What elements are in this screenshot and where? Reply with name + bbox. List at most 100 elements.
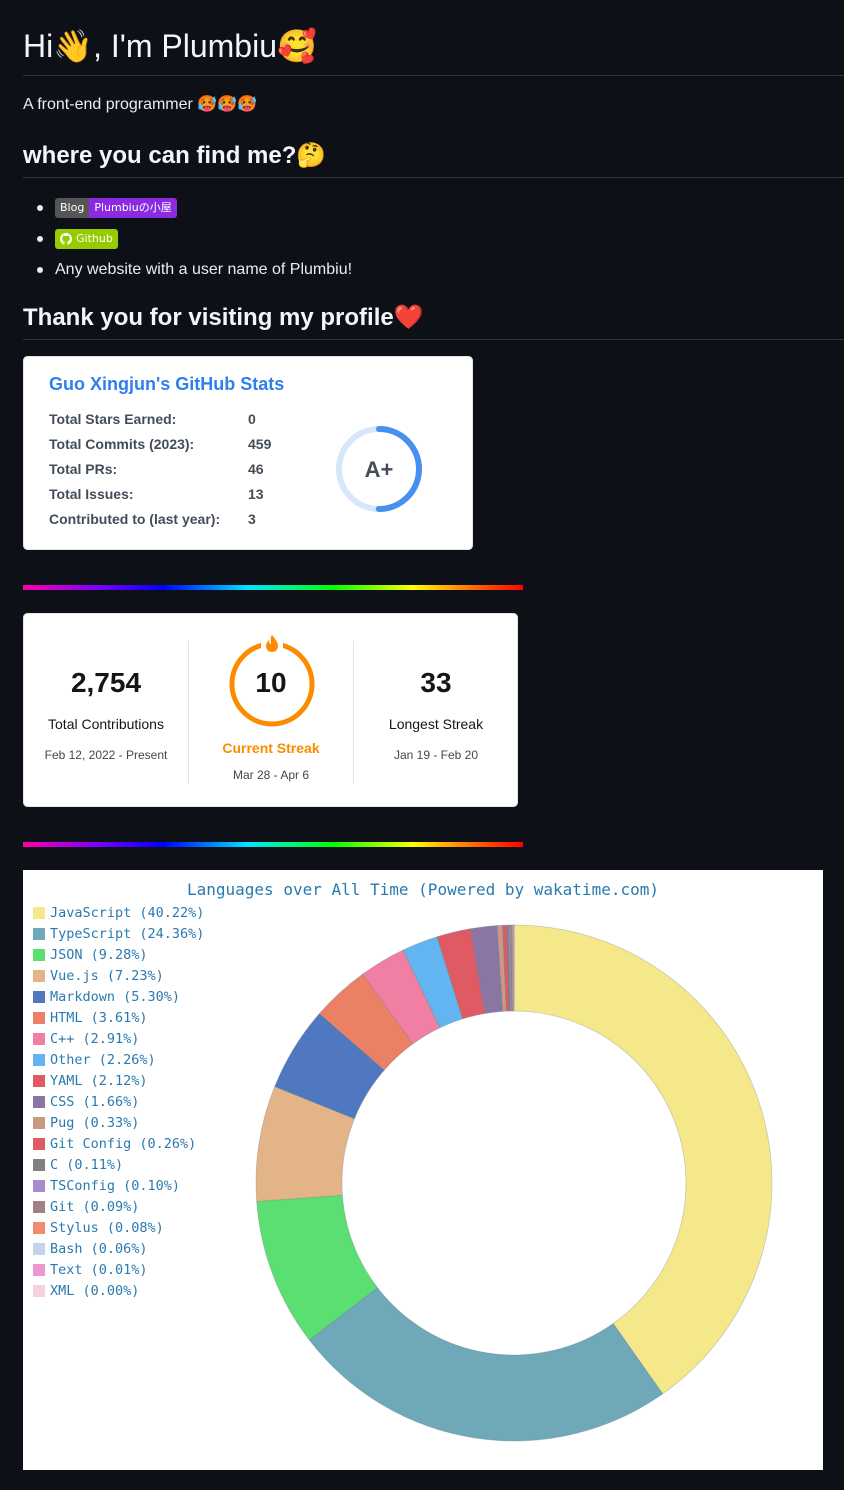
divider [23,339,844,340]
legend-item: Vue.js (7.23%) [33,965,204,986]
legend-swatch [33,948,45,961]
legend-swatch [33,1116,45,1129]
legend-label: Text (0.01%) [50,1261,148,1278]
longest-streak-range: Jan 19 - Feb 20 [393,748,479,762]
legend-item: CSS (1.66%) [33,1091,204,1112]
stat-label: Total Stars Earned: [49,411,177,427]
list-item: Github [23,223,352,254]
legend-swatch [33,1242,45,1255]
chart-title: Languages over All Time (Powered by waka… [186,880,659,899]
total-contributions: 2,754 [70,667,142,698]
donut-slice [513,924,773,1395]
legend-label: Bash (0.06%) [50,1240,148,1257]
github-badge[interactable]: Github [55,228,118,249]
page-title: Hi👋, I'm Plumbiu🥰 [23,28,317,64]
find-me-heading: where you can find me?🤔 [23,142,327,169]
legend-item: TSConfig (0.10%) [33,1175,204,1196]
github-badge-label: Github [76,232,113,245]
blog-badge[interactable]: Blog Plumbiuの小屋 [55,197,177,218]
divider [353,641,354,784]
legend-swatch [33,1095,45,1108]
blog-badge-value: Plumbiuの小屋 [89,197,177,218]
legend-item: XML (0.00%) [33,1280,204,1301]
legend-swatch [33,927,45,940]
legend-item: Git (0.09%) [33,1196,204,1217]
github-icon [60,232,72,245]
legend-label: Vue.js (7.23%) [50,967,164,984]
donut-chart [255,924,773,1442]
stat-value: 13 [248,486,264,502]
legend-label: Git (0.09%) [50,1198,140,1215]
intro-text: A front-end programmer 🥵🥵🥵 [23,96,258,113]
legend-label: Pug (0.33%) [50,1114,140,1131]
legend-item: Text (0.01%) [33,1259,204,1280]
stat-label: Total Issues: [49,486,134,502]
legend-label: Other (2.26%) [50,1051,156,1068]
legend-label: JavaScript (40.22%) [50,904,205,921]
legend-label: Stylus (0.08%) [50,1219,164,1236]
legend-item: JSON (9.28%) [33,944,204,965]
divider [23,177,844,178]
legend-swatch [33,969,45,982]
rank-text: A+ [365,457,394,482]
wakatime-languages-chart[interactable]: Languages over All Time (Powered by waka… [23,870,823,1470]
list-item: Blog Plumbiuの小屋 [23,192,352,223]
stat-label: Contributed to (last year): [49,511,221,527]
legend-item: Stylus (0.08%) [33,1217,204,1238]
legend-item: Bash (0.06%) [33,1238,204,1259]
legend-item: Git Config (0.26%) [33,1133,204,1154]
chart-legend: JavaScript (40.22%) TypeScript (24.36%) JS… [33,902,204,1301]
current-streak-label: Current Streak [222,740,320,756]
legend-item: Markdown (5.30%) [33,986,204,1007]
legend-label: YAML (2.12%) [50,1072,148,1089]
stat-value: 46 [248,461,264,477]
legend-label: HTML (3.61%) [50,1009,148,1026]
legend-swatch [33,1137,45,1150]
github-stats-card[interactable]: Guo Xingjun's GitHub Stats Total Stars E… [23,356,473,550]
legend-item: JavaScript (40.22%) [33,902,204,923]
current-streak: 10 [255,667,287,698]
donut-slice [308,1287,664,1442]
legend-swatch [33,1263,45,1276]
thanks-heading: Thank you for visiting my profile❤️ [23,304,424,331]
legend-label: TypeScript (24.36%) [50,925,205,942]
legend-label: JSON (9.28%) [50,946,148,963]
legend-label: CSS (1.66%) [50,1093,140,1110]
legend-swatch [33,1074,45,1087]
longest-streak-label: Longest Streak [388,716,484,732]
rank-circle: A+ [336,426,422,512]
legend-item: C (0.11%) [33,1154,204,1175]
legend-label: Markdown (5.30%) [50,988,181,1005]
rainbow-divider [23,842,523,847]
legend-swatch [33,1032,45,1045]
streak-stats-card[interactable]: 2,754 Total Contributions Feb 12, 2022 -… [23,613,518,807]
legend-label: TSConfig (0.10%) [50,1177,181,1194]
legend-swatch [33,990,45,1003]
total-contributions-label: Total Contributions [48,716,164,732]
legend-swatch [33,1011,45,1024]
legend-swatch [33,1200,45,1213]
stat-value: 3 [248,511,256,527]
legend-label: Git Config (0.26%) [50,1135,197,1152]
current-streak-range: Mar 28 - Apr 6 [232,768,310,782]
blog-badge-label: Blog [55,197,90,218]
stat-value: 459 [248,436,272,452]
legend-swatch [33,1053,45,1066]
divider [23,75,844,76]
legend-label: C (0.11%) [50,1156,124,1173]
rainbow-divider [23,585,523,590]
any-website-text: Any website with a user name of Plumbiu! [55,260,353,278]
legend-swatch [33,1179,45,1192]
stat-value: 0 [248,411,256,427]
legend-item: Pug (0.33%) [33,1112,204,1133]
divider [188,641,189,784]
legend-swatch [33,1284,45,1297]
stats-title: Guo Xingjun's GitHub Stats [49,374,285,394]
links-list: Blog Plumbiuの小屋 Github Any website with … [23,192,352,285]
legend-item: TypeScript (24.36%) [33,923,204,944]
longest-streak: 33 [420,667,452,698]
total-contributions-range: Feb 12, 2022 - Present [44,748,168,762]
legend-item: Other (2.26%) [33,1049,204,1070]
stat-label: Total Commits (2023): [49,436,195,452]
legend-label: C++ (2.91%) [50,1030,140,1047]
